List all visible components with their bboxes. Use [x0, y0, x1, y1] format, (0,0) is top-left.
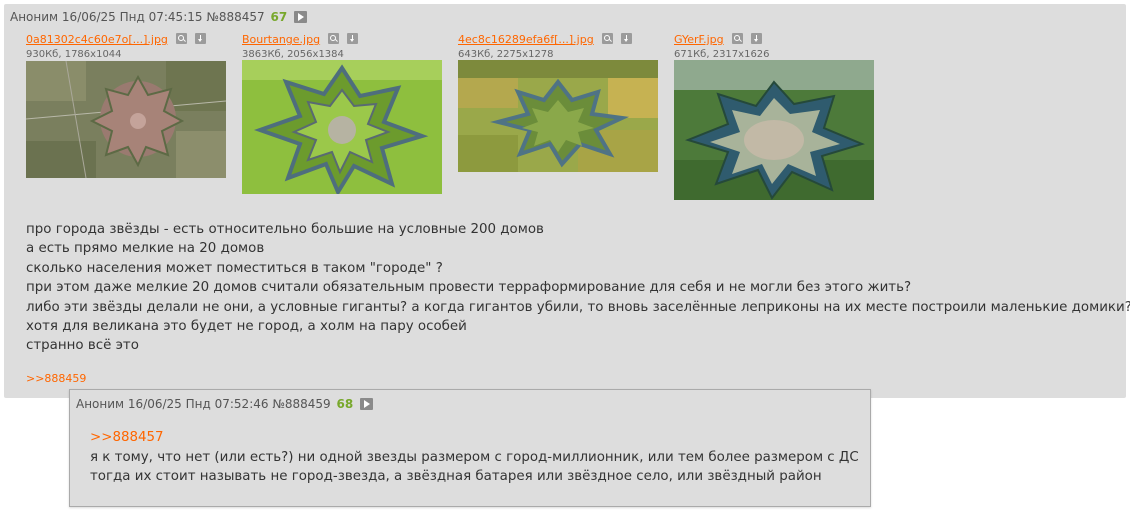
search-icon[interactable] [731, 33, 743, 44]
post-text-line: про города звёзды - есть относительно бо… [26, 222, 544, 237]
popup-text-line: тогда их стоит называть не город-звезда,… [90, 469, 822, 485]
download-icon[interactable] [750, 33, 762, 44]
thumbnail-star-fort-fields[interactable] [458, 60, 658, 172]
post-text-line: а есть прямо мелкие на 20 домов [26, 241, 265, 257]
post-author: Аноним [10, 10, 59, 24]
search-icon[interactable] [601, 33, 613, 44]
file-attachment: 0a81302c4c60e7o[...].jpg 930Кб, 1786x104… [26, 28, 207, 60]
file-attachment: 4ec8c16289efa6f[...].jpg 643Кб, 2275x127… [458, 28, 632, 60]
popup-text-line: я к тому, что нет (или есть?) ни одной з… [90, 449, 859, 465]
play-icon[interactable] [360, 398, 373, 410]
post-header: Аноним 16/06/25 Пнд 07:45:15 №888457 67 [10, 10, 307, 24]
download-icon[interactable] [195, 33, 207, 44]
search-icon[interactable] [176, 33, 188, 44]
file-name[interactable]: GYerF.jpg [674, 33, 724, 46]
reply-preview-popup: Аноним 16/06/25 Пнд 07:52:46 №888459 68 … [69, 389, 871, 507]
file-name[interactable]: 0a81302c4c60e7o[...].jpg [26, 33, 168, 46]
post-text-line: при этом даже мелкие 20 домов считали об… [26, 280, 912, 296]
quote-link[interactable]: >>888457 [90, 428, 859, 448]
file-meta: 930Кб, 1786x1044 [26, 49, 122, 60]
file-name[interactable]: 4ec8c16289efa6f[...].jpg [458, 33, 594, 46]
download-icon[interactable] [620, 33, 632, 44]
thumbnail-bourtange-fort[interactable] [242, 60, 442, 194]
thumbnail-star-city-aerial[interactable] [26, 61, 226, 178]
reply-link[interactable]: >>888459 [26, 372, 86, 385]
post-text-line: странно всё это [26, 338, 139, 354]
popup-header: Аноним 16/06/25 Пнд 07:52:46 №888459 68 [76, 397, 373, 411]
post: Аноним 16/06/25 Пнд 07:45:15 №888457 67 … [4, 4, 1130, 398]
file-meta: 3863Кб, 2056x1384 [242, 49, 344, 60]
popup-count: 68 [336, 397, 354, 411]
download-icon[interactable] [347, 33, 359, 44]
search-icon[interactable] [328, 33, 340, 44]
play-icon[interactable] [294, 11, 307, 23]
popup-number[interactable]: №888459 [272, 397, 330, 411]
post-text-line: хотя для великана это будет не город, а … [26, 319, 467, 335]
file-name[interactable]: Bourtange.jpg [242, 33, 320, 46]
file-meta: 671Кб, 2317x1626 [674, 49, 770, 60]
post-datetime: 16/06/25 Пнд 07:45:15 [61, 10, 203, 24]
post-body: про города звёзды - есть относительно бо… [26, 220, 1130, 356]
post-count: 67 [270, 10, 288, 24]
popup-datetime: 16/06/25 Пнд 07:52:46 [127, 397, 269, 411]
post-number[interactable]: №888457 [206, 10, 264, 24]
thumbnail-naarden-fortress[interactable] [674, 60, 874, 200]
file-meta: 643Кб, 2275x1278 [458, 49, 554, 60]
post-text-line: либо эти звёзды делали не они, а условны… [26, 299, 1130, 315]
popup-body: >>888457 я к тому, что нет (или есть?) н… [90, 428, 859, 487]
popup-author: Аноним [76, 397, 125, 411]
post-text-line: сколько населения может поместиться в та… [26, 260, 443, 276]
file-attachment: GYerF.jpg 671Кб, 2317x1626 [674, 28, 770, 60]
file-attachment: Bourtange.jpg 3863Кб, 2056x1384 [242, 28, 359, 60]
